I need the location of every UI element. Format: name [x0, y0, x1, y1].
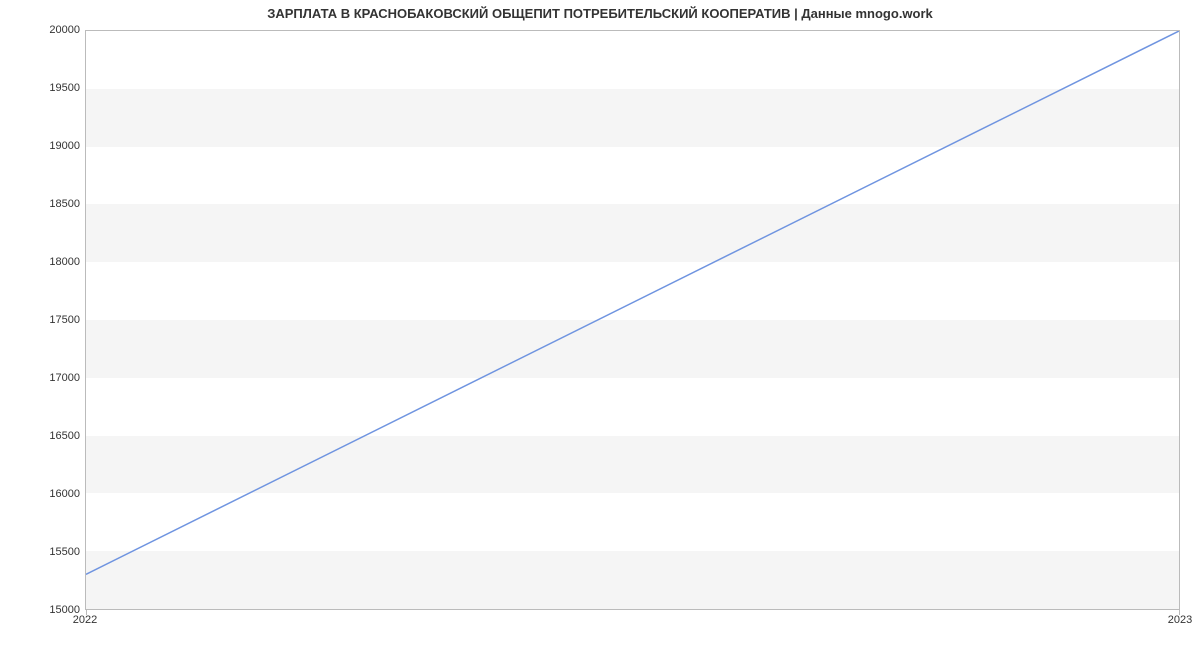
x-tick-label: 2023 [1168, 614, 1192, 626]
y-tick-label: 18500 [10, 198, 80, 210]
y-tick-label: 15500 [10, 546, 80, 558]
line-layer [86, 31, 1179, 609]
chart-container: ЗАРПЛАТА В КРАСНОБАКОВСКИЙ ОБЩЕПИТ ПОТРЕ… [0, 0, 1200, 650]
series-line [86, 31, 1179, 574]
y-tick-label: 17500 [10, 314, 80, 326]
y-tick-label: 16500 [10, 430, 80, 442]
chart-title: ЗАРПЛАТА В КРАСНОБАКОВСКИЙ ОБЩЕПИТ ПОТРЕ… [0, 6, 1200, 21]
x-tick-label: 2022 [73, 614, 97, 626]
y-tick-label: 18000 [10, 256, 80, 268]
y-tick-label: 19000 [10, 140, 80, 152]
y-tick-label: 17000 [10, 372, 80, 384]
y-tick-label: 16000 [10, 488, 80, 500]
plot-area [85, 30, 1180, 610]
y-tick-label: 15000 [10, 604, 80, 616]
y-tick-label: 19500 [10, 82, 80, 94]
y-tick-label: 20000 [10, 24, 80, 36]
